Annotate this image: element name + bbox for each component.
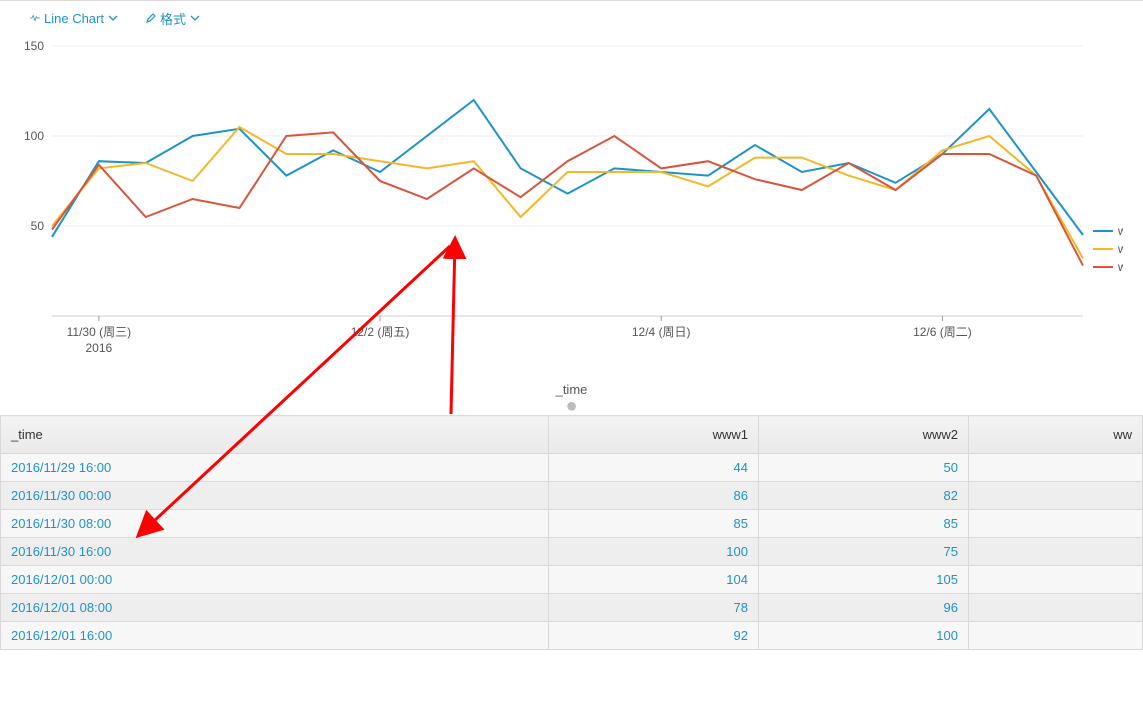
chart-type-label: Line Chart	[44, 11, 104, 26]
cell-time: 2016/11/29 16:00	[1, 454, 549, 482]
svg-text:100: 100	[24, 129, 44, 143]
legend-label: w	[1117, 260, 1123, 274]
line-chart[interactable]: 50 100 150 11/30 (周三) 2016 12/2 (周五) 12/4 (周日)…	[0, 36, 1143, 376]
table-row[interactable]: 2016/11/29 16:004450	[1, 454, 1143, 482]
svg-text:12/2 (周五): 12/2 (周五)	[351, 325, 410, 339]
cell-www2: 85	[759, 510, 969, 538]
cell-time: 2016/11/30 16:00	[1, 538, 549, 566]
chart-canvas: 50 100 150 11/30 (周三) 2016 12/2 (周五) 12/4 (周日)…	[20, 36, 1123, 376]
cell-www3	[969, 594, 1143, 622]
cell-www2: 96	[759, 594, 969, 622]
cell-www3	[969, 510, 1143, 538]
chart-type-dropdown[interactable]: Line Chart	[30, 11, 118, 26]
svg-text:150: 150	[24, 39, 44, 53]
col-header-time[interactable]: _time	[1, 416, 549, 454]
cell-www1: 44	[549, 454, 759, 482]
legend-label: w	[1117, 242, 1123, 256]
series-www1	[52, 100, 1083, 237]
svg-text:12/6 (周二): 12/6 (周二)	[913, 325, 972, 339]
table-row[interactable]: 2016/12/01 00:00104105	[1, 566, 1143, 594]
chevron-down-icon	[108, 11, 118, 26]
cell-www3	[969, 454, 1143, 482]
series-www3	[52, 132, 1083, 265]
cell-time: 2016/11/30 00:00	[1, 482, 549, 510]
table-row[interactable]: 2016/11/30 16:0010075	[1, 538, 1143, 566]
svg-text:11/30 (周三): 11/30 (周三)	[67, 325, 131, 339]
cell-time: 2016/12/01 16:00	[1, 622, 549, 650]
cell-www2: 100	[759, 622, 969, 650]
cell-www1: 104	[549, 566, 759, 594]
table-row[interactable]: 2016/11/30 08:008585	[1, 510, 1143, 538]
cell-www3	[969, 538, 1143, 566]
format-dropdown[interactable]: 格式	[146, 9, 200, 28]
cell-www3	[969, 482, 1143, 510]
col-header-www2[interactable]: www2	[759, 416, 969, 454]
table-row[interactable]: 2016/12/01 08:007896	[1, 594, 1143, 622]
cell-www1: 85	[549, 510, 759, 538]
svg-text:50: 50	[31, 219, 45, 233]
cell-time: 2016/11/30 08:00	[1, 510, 549, 538]
format-label: 格式	[160, 9, 186, 28]
cell-www1: 86	[549, 482, 759, 510]
cell-www1: 78	[549, 594, 759, 622]
cell-www2: 50	[759, 454, 969, 482]
table-row[interactable]: 2016/12/01 16:0092100	[1, 622, 1143, 650]
svg-text:2016: 2016	[86, 341, 113, 355]
cell-www2: 82	[759, 482, 969, 510]
legend-label: w	[1117, 224, 1123, 238]
chart-toolbar: Line Chart 格式	[0, 0, 1143, 36]
pencil-icon	[146, 11, 156, 26]
chevron-down-icon	[190, 11, 200, 26]
col-header-www1[interactable]: www1	[549, 416, 759, 454]
table-row[interactable]: 2016/11/30 00:008682	[1, 482, 1143, 510]
cell-www1: 100	[549, 538, 759, 566]
drag-handle[interactable]: ●	[0, 401, 1143, 415]
col-header-www3[interactable]: ww	[969, 416, 1143, 454]
pulse-icon	[30, 11, 40, 26]
cell-www3	[969, 622, 1143, 650]
cell-www3	[969, 566, 1143, 594]
cell-www1: 92	[549, 622, 759, 650]
cell-www2: 75	[759, 538, 969, 566]
cell-time: 2016/12/01 00:00	[1, 566, 549, 594]
data-table: _time www1 www2 ww 2016/11/29 16:0044502…	[0, 415, 1143, 650]
svg-text:12/4 (周日): 12/4 (周日)	[632, 325, 691, 339]
cell-time: 2016/12/01 08:00	[1, 594, 549, 622]
cell-www2: 105	[759, 566, 969, 594]
